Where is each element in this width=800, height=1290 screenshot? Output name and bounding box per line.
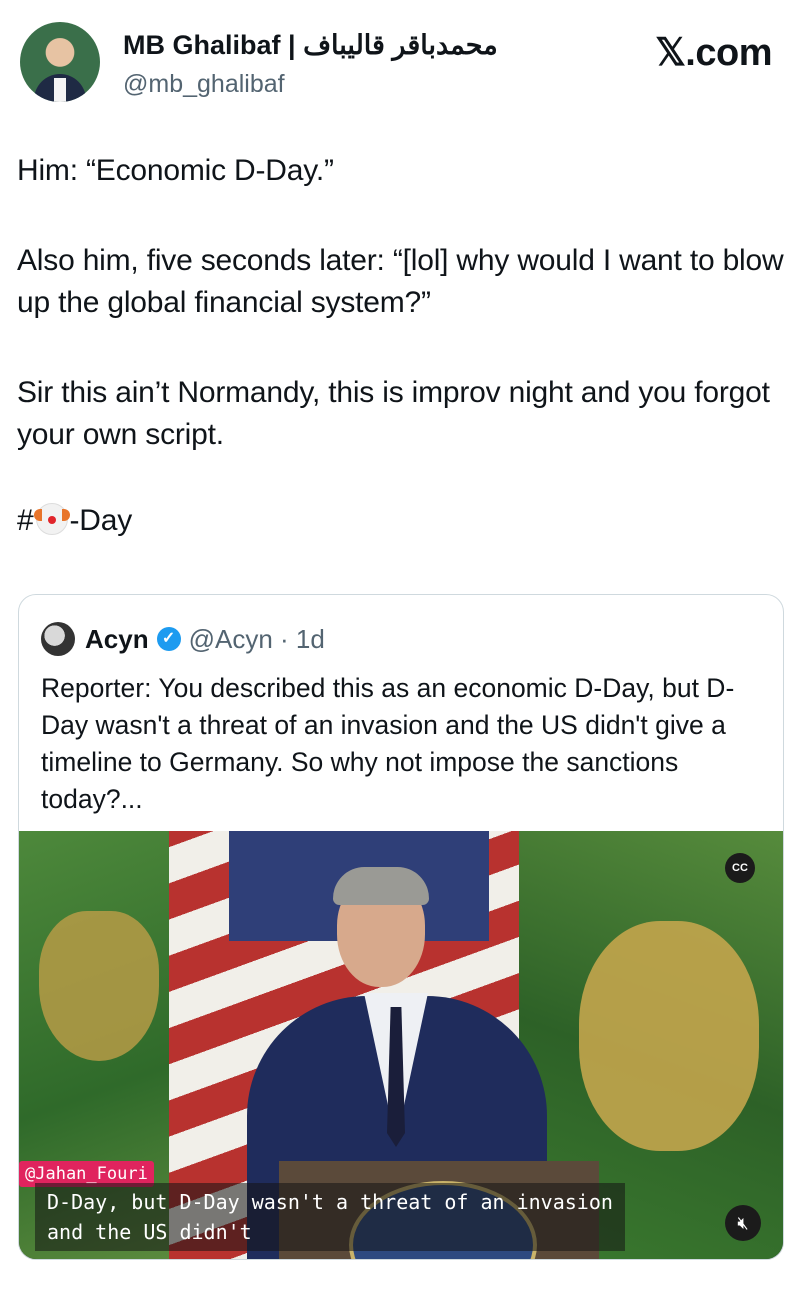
quoted-avatar[interactable] bbox=[41, 622, 75, 656]
author-avatar[interactable] bbox=[20, 22, 100, 102]
video-captions: D-Day, but D-Day wasn't a threat of an i… bbox=[35, 1183, 625, 1251]
tweet-line-3: Sir this ain’t Normandy, this is improv … bbox=[17, 376, 770, 451]
tweet-line-1: Him: “Economic D-Day.” bbox=[17, 154, 334, 187]
author-name[interactable]: MB Ghalibaf | محمدباقر قالیباف bbox=[123, 30, 498, 61]
x-logo: 𝕏.com bbox=[655, 32, 772, 74]
quoted-author-name[interactable]: Acyn bbox=[85, 624, 149, 655]
video-player[interactable]: CC @Jahan_Fouri D-Day, but D-Day wasn't … bbox=[19, 831, 783, 1259]
quoted-tweet[interactable]: Acyn ✓ @Acyn · 1d Reporter: You describe… bbox=[18, 594, 784, 1260]
tweet-line-2: Also him, five seconds later: “[lol] why… bbox=[17, 244, 784, 319]
hashtag-prefix: # bbox=[17, 504, 34, 537]
author-handle[interactable]: @mb_ghalibaf bbox=[123, 70, 285, 99]
tweet-body: Him: “Economic D-Day.” Also him, five se… bbox=[17, 150, 787, 590]
caption-line-1: D-Day, but D-Day wasn't a threat of an i… bbox=[47, 1190, 613, 1214]
clown-emoji-icon bbox=[33, 503, 70, 535]
tweet-header: MB Ghalibaf | محمدباقر قالیباف @mb_ghali… bbox=[20, 20, 772, 106]
hashtag[interactable]: # -Day bbox=[17, 500, 787, 542]
quoted-header: Acyn ✓ @Acyn · 1d bbox=[41, 621, 325, 657]
mute-icon[interactable]: 🔇︎ bbox=[725, 1205, 761, 1241]
cc-icon[interactable]: CC bbox=[725, 853, 755, 883]
hashtag-suffix: -Day bbox=[69, 504, 133, 537]
caption-line-2: and the US didn't bbox=[47, 1220, 252, 1244]
verified-badge-icon: ✓ bbox=[156, 627, 181, 651]
quoted-text: Reporter: You described this as an econo… bbox=[41, 673, 735, 814]
quoted-handle-time: @Acyn · 1d bbox=[188, 623, 325, 654]
